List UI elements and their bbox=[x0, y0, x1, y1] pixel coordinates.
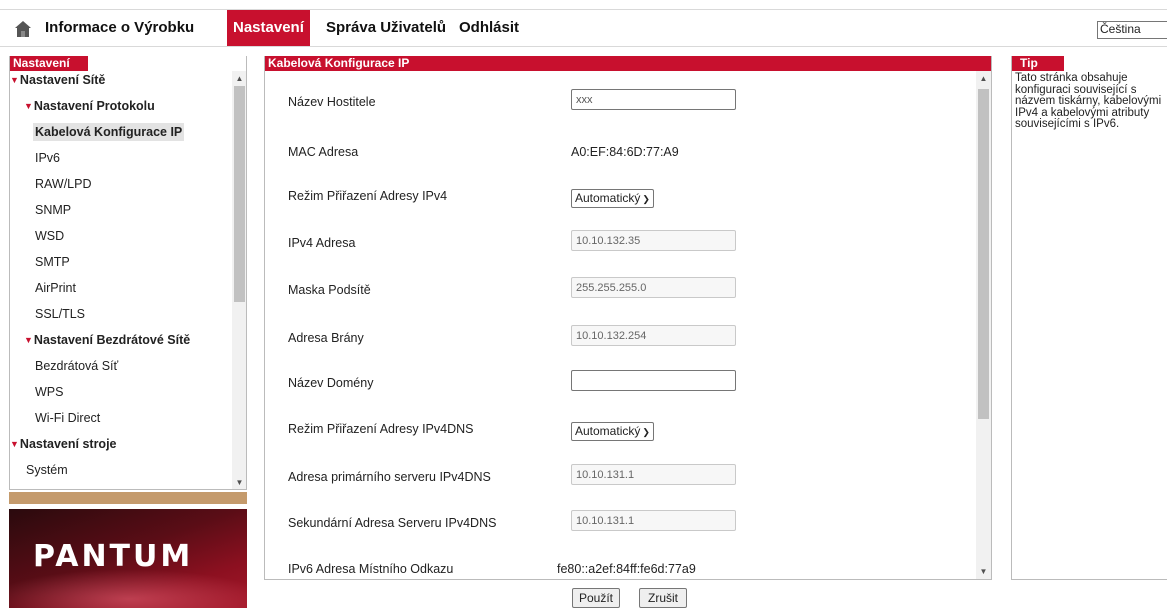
tree-item-wifi-direct[interactable]: Wi-Fi Direct bbox=[35, 409, 100, 427]
primary-dns-input[interactable] bbox=[571, 464, 736, 485]
ipv4dns-mode-select[interactable]: Automatický ❯ bbox=[571, 422, 654, 441]
field-label: IPv4 Adresa bbox=[288, 236, 356, 250]
domain-name-input[interactable] bbox=[571, 370, 736, 391]
cancel-button[interactable]: Zrušit bbox=[639, 588, 687, 608]
tree-item-smtp[interactable]: SMTP bbox=[35, 253, 70, 271]
field-ipv4-address: IPv4 Adresa bbox=[265, 230, 977, 266]
tree-item-snmp[interactable]: SNMP bbox=[35, 201, 71, 219]
language-select-value: Čeština bbox=[1100, 22, 1141, 36]
ipv6-link-local-value: fe80::a2ef:84ff:fe6d:77a9 bbox=[557, 562, 696, 576]
tip-header: Tip bbox=[1012, 56, 1167, 71]
field-label: Režim Přiřazení Adresy IPv4 bbox=[288, 189, 448, 203]
field-subnet-mask: Maska Podsítě bbox=[265, 277, 977, 313]
tree-item-ssl-tls[interactable]: SSL/TLS bbox=[35, 305, 85, 323]
home-icon[interactable] bbox=[13, 19, 33, 39]
field-ipv4dns-assignment-mode: Režim Přiřazení Adresy IPv4DNS Automatic… bbox=[265, 422, 977, 452]
field-label: MAC Adresa bbox=[288, 145, 359, 159]
brand-glow bbox=[9, 569, 247, 608]
field-ipv4-assignment-mode: Režim Přiřazení Adresy IPv4 Automatický ❯ bbox=[265, 189, 977, 219]
scroll-down-icon[interactable]: ▼ bbox=[976, 564, 991, 579]
nav-logout[interactable]: Odhlásit bbox=[459, 10, 519, 46]
field-domain-name: Název Domény bbox=[265, 370, 977, 406]
tree-item-raw-lpd[interactable]: RAW/LPD bbox=[35, 175, 92, 193]
tip-panel: Tip Tato stránka obsahuje konfiguraci so… bbox=[1011, 56, 1167, 580]
wired-ip-config-panel: Kabelová Konfigurace IP Název Hostitele … bbox=[264, 56, 992, 580]
brand-strip bbox=[9, 492, 247, 504]
expand-arrow-icon: ▼ bbox=[10, 75, 19, 85]
gateway-input[interactable] bbox=[571, 325, 736, 346]
nav-user-management[interactable]: Správa Uživatelů bbox=[326, 10, 446, 46]
tip-title: Tip bbox=[1012, 56, 1064, 71]
field-gateway: Adresa Brány bbox=[265, 325, 977, 361]
secondary-dns-input[interactable] bbox=[571, 510, 736, 531]
sidebar-scroll-thumb[interactable] bbox=[234, 86, 245, 302]
tree-item-system[interactable]: Systém bbox=[26, 461, 68, 479]
tree-item-wireless-settings[interactable]: ▼Nastavení Bezdrátové Sítě bbox=[24, 331, 190, 349]
scroll-up-icon[interactable]: ▲ bbox=[976, 71, 991, 86]
scroll-up-icon[interactable]: ▲ bbox=[232, 71, 246, 86]
chevron-down-icon: ❯ bbox=[642, 427, 650, 437]
tree-item-protocol-settings[interactable]: ▼Nastavení Protokolu bbox=[24, 97, 155, 115]
brand-logo-panel: PANTUM bbox=[9, 509, 247, 608]
language-select[interactable]: Čeština bbox=[1097, 21, 1167, 39]
field-label: Adresa Brány bbox=[288, 331, 364, 345]
nav-settings[interactable]: Nastavení bbox=[227, 10, 310, 46]
expand-arrow-icon: ▼ bbox=[10, 439, 19, 449]
scroll-down-icon[interactable]: ▼ bbox=[232, 475, 246, 489]
settings-sidebar: Nastavení ▼Nastavení Sítě ▼Nastavení Pro… bbox=[9, 56, 247, 490]
sidebar-scrollbar[interactable]: ▲ ▼ bbox=[232, 71, 246, 489]
field-ipv6-link-local: IPv6 Adresa Místního Odkazu fe80::a2ef:8… bbox=[265, 562, 977, 579]
tree-item-machine-settings[interactable]: ▼Nastavení stroje bbox=[10, 435, 117, 453]
main-panel-title: Kabelová Konfigurace IP bbox=[265, 56, 991, 71]
field-label: Sekundární Adresa Serveru IPv4DNS bbox=[288, 516, 497, 530]
tree-item-wps[interactable]: WPS bbox=[35, 383, 63, 401]
tree-item-ipv6[interactable]: IPv6 bbox=[35, 149, 60, 167]
field-label: IPv6 Adresa Místního Odkazu bbox=[288, 562, 454, 576]
field-label: Adresa primárního serveru IPv4DNS bbox=[288, 470, 491, 484]
sidebar-header: Nastavení bbox=[10, 56, 246, 71]
field-label: Název Hostitele bbox=[288, 95, 376, 109]
tree-item-network-settings[interactable]: ▼Nastavení Sítě bbox=[10, 71, 105, 89]
chevron-down-icon: ❯ bbox=[642, 194, 650, 204]
tree-item-airprint[interactable]: AirPrint bbox=[35, 279, 76, 297]
subnet-mask-input[interactable] bbox=[571, 277, 736, 298]
mac-address-value: A0:EF:84:6D:77:A9 bbox=[571, 145, 679, 159]
field-secondary-dns: Sekundární Adresa Serveru IPv4DNS bbox=[265, 510, 977, 546]
settings-tree: ▼Nastavení Sítě ▼Nastavení Protokolu Kab… bbox=[10, 71, 232, 489]
main-scrollbar[interactable]: ▲ ▼ bbox=[976, 71, 991, 579]
apply-button[interactable]: Použít bbox=[572, 588, 620, 608]
field-mac-address: MAC Adresa A0:EF:84:6D:77:A9 bbox=[265, 145, 977, 175]
ipv4-address-input[interactable] bbox=[571, 230, 736, 251]
tip-text: Tato stránka obsahuje konfiguraci souvis… bbox=[1015, 72, 1162, 130]
main-scroll-thumb[interactable] bbox=[978, 89, 989, 419]
field-label: Režim Přiřazení Adresy IPv4DNS bbox=[288, 422, 474, 436]
field-primary-dns: Adresa primárního serveru IPv4DNS bbox=[265, 464, 977, 500]
sidebar-title: Nastavení bbox=[10, 56, 88, 71]
field-hostname: Název Hostitele bbox=[265, 89, 977, 125]
nav-product-info[interactable]: Informace o Výrobku bbox=[45, 10, 194, 46]
expand-arrow-icon: ▼ bbox=[24, 101, 33, 111]
tree-item-wired-ip-config[interactable]: Kabelová Konfigurace IP bbox=[33, 123, 185, 141]
field-label: Maska Podsítě bbox=[288, 283, 371, 297]
hostname-input[interactable] bbox=[571, 89, 736, 110]
tree-item-wireless-network[interactable]: Bezdrátová Síť bbox=[35, 357, 118, 375]
pantum-logo: PANTUM bbox=[33, 539, 194, 574]
ipv4-mode-select[interactable]: Automatický ❯ bbox=[571, 189, 654, 208]
tree-item-wsd[interactable]: WSD bbox=[35, 227, 64, 245]
top-navigation: Informace o Výrobku Nastavení Správa Uži… bbox=[0, 9, 1167, 47]
field-label: Název Domény bbox=[288, 376, 374, 390]
expand-arrow-icon: ▼ bbox=[24, 335, 33, 345]
